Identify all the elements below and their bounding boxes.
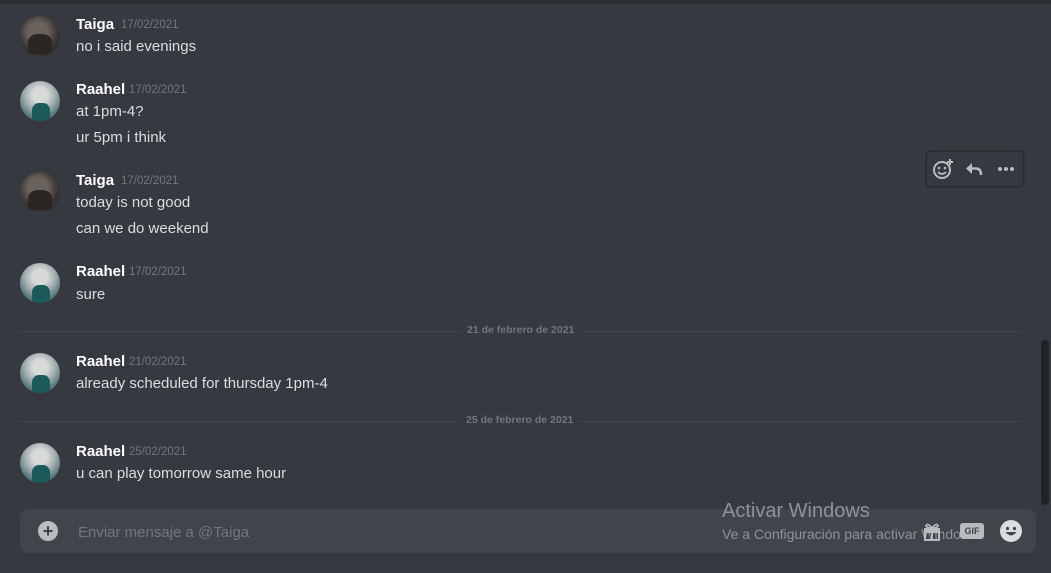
- avatar[interactable]: [20, 263, 60, 303]
- message-timestamp: 17/02/2021: [129, 266, 187, 278]
- scrollbar-thumb[interactable]: [1041, 340, 1049, 505]
- message-input[interactable]: [76, 509, 720, 555]
- message-text: today is not good: [76, 194, 191, 211]
- message-author[interactable]: Raahel: [76, 81, 125, 98]
- message-author[interactable]: Raahel: [76, 263, 125, 280]
- message-author[interactable]: Raahel: [76, 443, 125, 460]
- message-timestamp: 25/02/2021: [129, 446, 187, 458]
- avatar[interactable]: [20, 172, 60, 212]
- message-timestamp: 17/02/2021: [129, 84, 187, 96]
- gif-icon[interactable]: GIF: [959, 520, 985, 542]
- message-text: ur 5pm i think: [76, 129, 167, 146]
- date-divider-label: 21 de febrero de 2021: [461, 324, 581, 336]
- message-timestamp: 17/02/2021: [121, 175, 179, 187]
- avatar[interactable]: [20, 353, 60, 393]
- add-reaction-icon[interactable]: [931, 157, 955, 181]
- message-text: can we do weekend: [76, 220, 209, 237]
- activation-watermark-title: Activar Windows: [722, 500, 870, 522]
- more-options-icon[interactable]: [994, 157, 1018, 181]
- message-text: sure: [76, 286, 106, 303]
- gif-label: GIF: [960, 523, 984, 539]
- message-author[interactable]: Taiga: [76, 172, 114, 189]
- message-text: already scheduled for thursday 1pm-4: [76, 375, 328, 392]
- avatar[interactable]: [20, 16, 60, 56]
- message-timestamp: 21/02/2021: [129, 356, 187, 368]
- message-author[interactable]: Taiga: [76, 16, 114, 33]
- message-author[interactable]: Raahel: [76, 353, 125, 370]
- message-hover-toolbar: [926, 151, 1024, 187]
- message-text: u can play tomorrow same hour: [76, 465, 287, 482]
- reply-icon[interactable]: [962, 157, 986, 181]
- avatar[interactable]: [20, 443, 60, 483]
- message-text: no i said evenings: [76, 38, 197, 55]
- message-list[interactable]: Taiga 17/02/2021 no i said evenings Raah…: [0, 4, 1038, 500]
- message-text: at 1pm-4?: [76, 103, 144, 120]
- message-timestamp: 17/02/2021: [121, 19, 179, 31]
- date-divider-label: 25 de febrero de 2021: [460, 414, 580, 426]
- avatar[interactable]: [20, 81, 60, 121]
- gift-icon[interactable]: [921, 520, 943, 542]
- add-attachment-icon[interactable]: +: [38, 521, 58, 541]
- emoji-icon[interactable]: [999, 520, 1023, 542]
